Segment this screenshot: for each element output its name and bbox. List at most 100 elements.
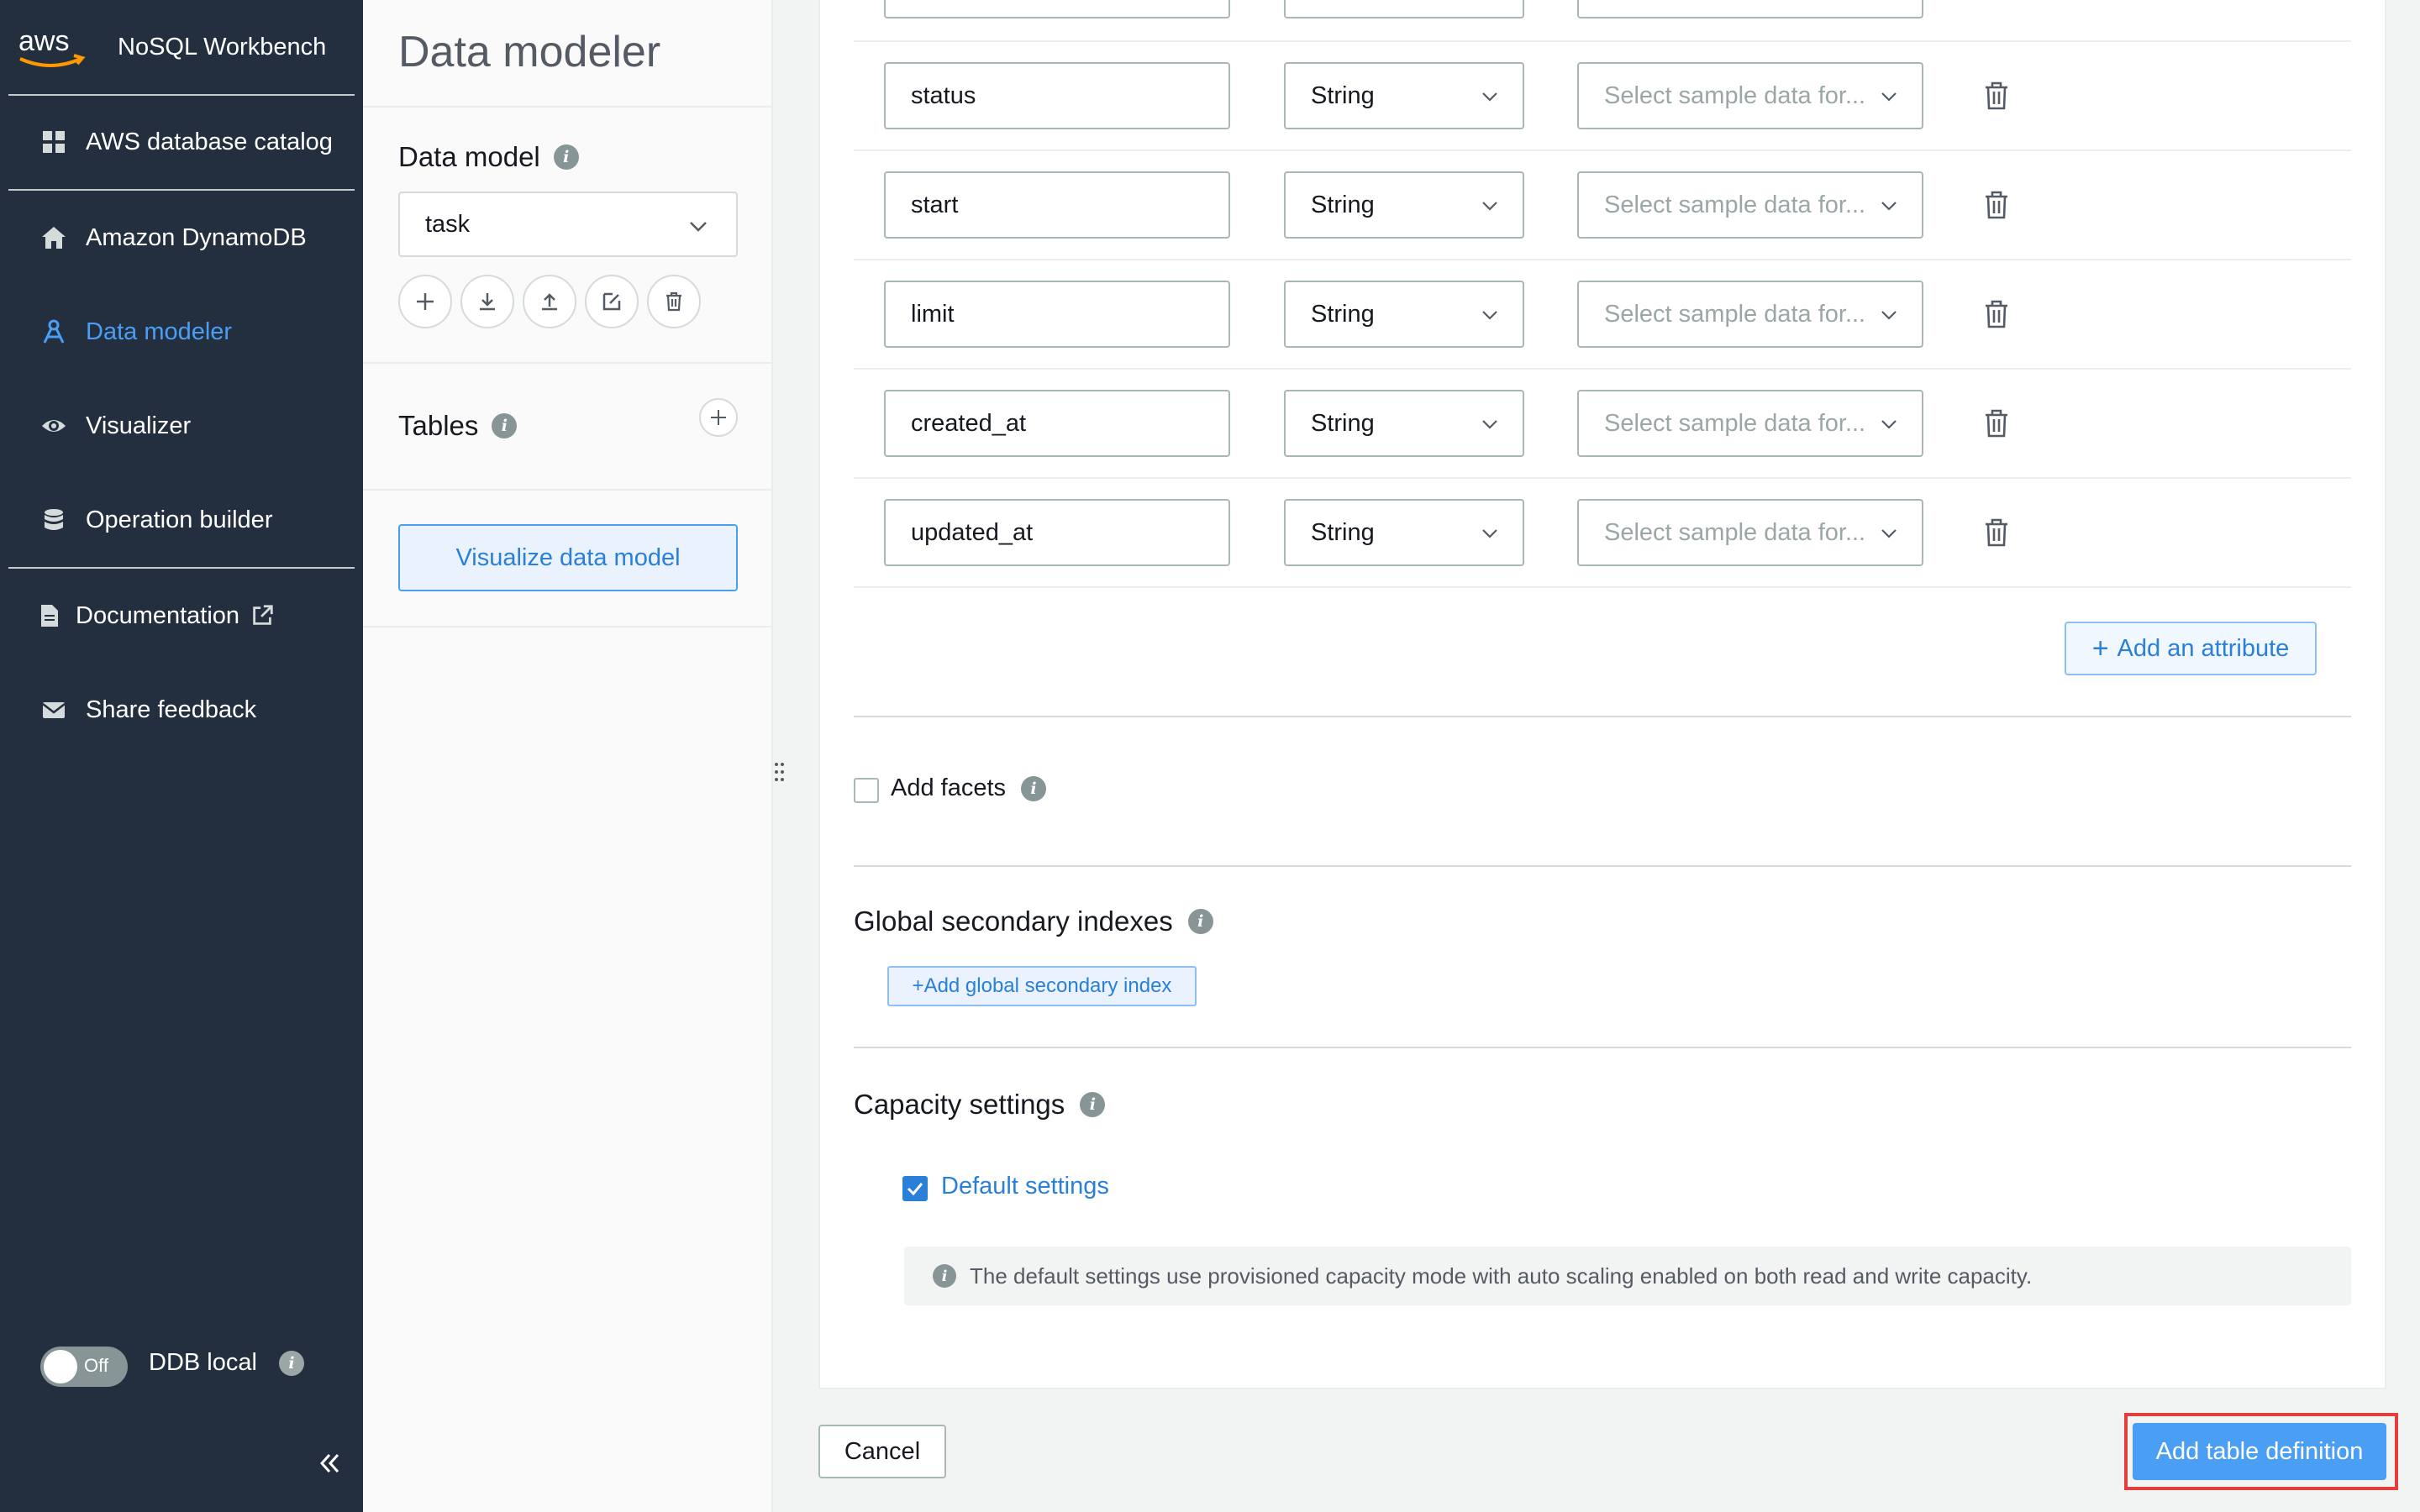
attribute-type-select[interactable]: String bbox=[1284, 281, 1524, 348]
data-model-label: Data model bbox=[398, 141, 540, 172]
capacity-info-note: i The default settings use provisioned c… bbox=[904, 1247, 2351, 1305]
add-table-definition-button[interactable]: Add table definition bbox=[2133, 1423, 2386, 1480]
sample-data-placeholder: Select sample data for... bbox=[1604, 191, 1866, 218]
ddb-local-toggle[interactable]: Off bbox=[40, 1347, 128, 1387]
sidebar-divider bbox=[8, 189, 355, 191]
capacity-note-text: The default settings use provisioned cap… bbox=[970, 1263, 2033, 1289]
delete-model-button[interactable] bbox=[647, 275, 701, 328]
sample-data-select[interactable]: Select sample data for... bbox=[1577, 281, 1923, 348]
delete-attribute-trash-icon[interactable] bbox=[1980, 516, 2013, 549]
attribute-type-select[interactable]: String bbox=[1284, 171, 1524, 239]
delete-attribute-trash-icon[interactable] bbox=[1980, 407, 2013, 440]
info-icon: i bbox=[933, 1264, 956, 1288]
data-model-select[interactable]: task bbox=[398, 192, 738, 257]
sample-data-placeholder: Select sample data for... bbox=[1604, 518, 1866, 546]
info-icon[interactable]: i bbox=[1080, 1092, 1106, 1117]
info-icon[interactable]: i bbox=[1187, 909, 1213, 934]
add-attribute-label: Add an attribute bbox=[2117, 634, 2290, 662]
sample-data-select[interactable]: Select sample data for... bbox=[1577, 62, 1923, 129]
add-facets-checkbox[interactable] bbox=[854, 778, 879, 803]
sidebar-item-operation-builder[interactable]: Operation builder bbox=[39, 499, 272, 541]
visualize-data-model-button[interactable]: Visualize data model bbox=[398, 524, 738, 591]
sidebar-item-label: Operation builder bbox=[86, 506, 273, 533]
delete-attribute-trash-icon[interactable] bbox=[1980, 79, 2013, 113]
chevron-down-icon bbox=[690, 222, 707, 232]
add-table-button[interactable] bbox=[699, 398, 738, 437]
sidebar-item-documentation[interactable]: Documentation bbox=[34, 595, 275, 637]
info-icon[interactable]: i bbox=[492, 413, 518, 438]
edit-model-button[interactable] bbox=[585, 275, 639, 328]
chevron-down-icon bbox=[1881, 311, 1897, 320]
export-model-button[interactable] bbox=[523, 275, 576, 328]
database-icon bbox=[39, 505, 69, 535]
data-modeler-icon bbox=[39, 317, 69, 347]
info-icon[interactable]: i bbox=[553, 144, 579, 170]
attribute-type-value: String bbox=[1311, 300, 1375, 328]
collapse-sidebar-icon[interactable] bbox=[313, 1446, 346, 1480]
default-settings-checkbox[interactable] bbox=[902, 1176, 928, 1201]
default-settings-label[interactable]: Default settings bbox=[941, 1173, 1109, 1200]
ddb-local-label: DDB local i bbox=[149, 1349, 304, 1377]
checkmark-icon bbox=[907, 1183, 923, 1196]
plus-icon bbox=[417, 293, 434, 310]
attribute-name-input[interactable]: updated_at bbox=[884, 499, 1230, 566]
panel-divider bbox=[363, 106, 771, 108]
svg-text:aws: aws bbox=[18, 25, 69, 57]
add-facets-label: Add facets i bbox=[891, 774, 1047, 802]
gsi-heading: Global secondary indexes i bbox=[854, 906, 1213, 937]
tables-heading: Tables i bbox=[398, 410, 518, 442]
cancel-button[interactable]: Cancel bbox=[818, 1425, 946, 1478]
section-divider bbox=[854, 865, 2351, 867]
home-icon bbox=[39, 223, 69, 253]
sidebar-item-label: Data modeler bbox=[86, 318, 233, 345]
download-icon bbox=[480, 293, 495, 311]
aws-logo-icon: aws bbox=[18, 25, 86, 67]
delete-attribute-trash-icon[interactable] bbox=[1980, 297, 2013, 331]
data-model-heading: Data model i bbox=[398, 141, 579, 173]
row-divider bbox=[854, 259, 2351, 260]
info-icon[interactable]: i bbox=[278, 1350, 304, 1376]
sidebar-item-visualizer[interactable]: Visualizer bbox=[39, 405, 191, 447]
panel-divider bbox=[363, 626, 771, 627]
chevron-down-icon bbox=[1881, 202, 1897, 211]
attribute-type-select[interactable]: String bbox=[1284, 62, 1524, 129]
sidebar-item-share-feedback[interactable]: Share feedback bbox=[39, 689, 256, 731]
row-divider bbox=[854, 477, 2351, 479]
attribute-type-select[interactable]: String bbox=[1284, 390, 1524, 457]
panel-divider bbox=[363, 362, 771, 364]
trash-icon bbox=[666, 291, 681, 312]
attribute-name-input[interactable]: limit bbox=[884, 281, 1230, 348]
toggle-state: Off bbox=[84, 1355, 108, 1376]
delete-attribute-trash-icon[interactable] bbox=[1980, 188, 2013, 222]
sidebar-item-data-modeler[interactable]: Data modeler bbox=[39, 311, 232, 353]
sidebar-item-label: Share feedback bbox=[86, 696, 257, 723]
sample-data-select[interactable]: Select sample data for... bbox=[1577, 499, 1923, 566]
sidebar-item-amazon-dynamodb[interactable]: Amazon DynamoDB bbox=[39, 217, 307, 259]
attribute-name-input[interactable]: status bbox=[884, 62, 1230, 129]
chevron-down-icon bbox=[1482, 92, 1497, 102]
section-divider bbox=[854, 1047, 2351, 1048]
chevron-down-icon bbox=[1881, 92, 1897, 102]
tables-label: Tables bbox=[398, 410, 479, 441]
attribute-type-value: String bbox=[1311, 409, 1375, 437]
attribute-type-select[interactable]: String bbox=[1284, 499, 1524, 566]
import-model-button[interactable] bbox=[460, 275, 514, 328]
attribute-type-select[interactable] bbox=[1284, 0, 1524, 18]
add-gsi-button[interactable]: +Add global secondary index bbox=[887, 966, 1197, 1006]
section-divider bbox=[854, 716, 2351, 717]
sample-data-select[interactable]: Select sample data for... bbox=[1577, 390, 1923, 457]
sample-data-select[interactable]: Select sample data for... bbox=[1577, 171, 1923, 239]
sample-data-select[interactable] bbox=[1577, 0, 1923, 18]
sidebar-divider bbox=[8, 94, 355, 96]
attribute-name-input[interactable]: created_at bbox=[884, 390, 1230, 457]
attribute-name-input[interactable] bbox=[884, 0, 1230, 18]
page-title: Data modeler bbox=[398, 28, 661, 76]
brand[interactable]: aws NoSQL Workbench bbox=[17, 24, 326, 74]
resize-handle-icon[interactable] bbox=[774, 761, 786, 783]
sidebar-item-aws-database-catalog[interactable]: AWS database catalog bbox=[39, 121, 333, 163]
add-attribute-button[interactable]: + Add an attribute bbox=[2065, 622, 2317, 675]
create-model-button[interactable] bbox=[398, 275, 452, 328]
attribute-type-value: String bbox=[1311, 518, 1375, 546]
info-icon[interactable]: i bbox=[1021, 775, 1047, 801]
attribute-name-input[interactable]: start bbox=[884, 171, 1230, 239]
